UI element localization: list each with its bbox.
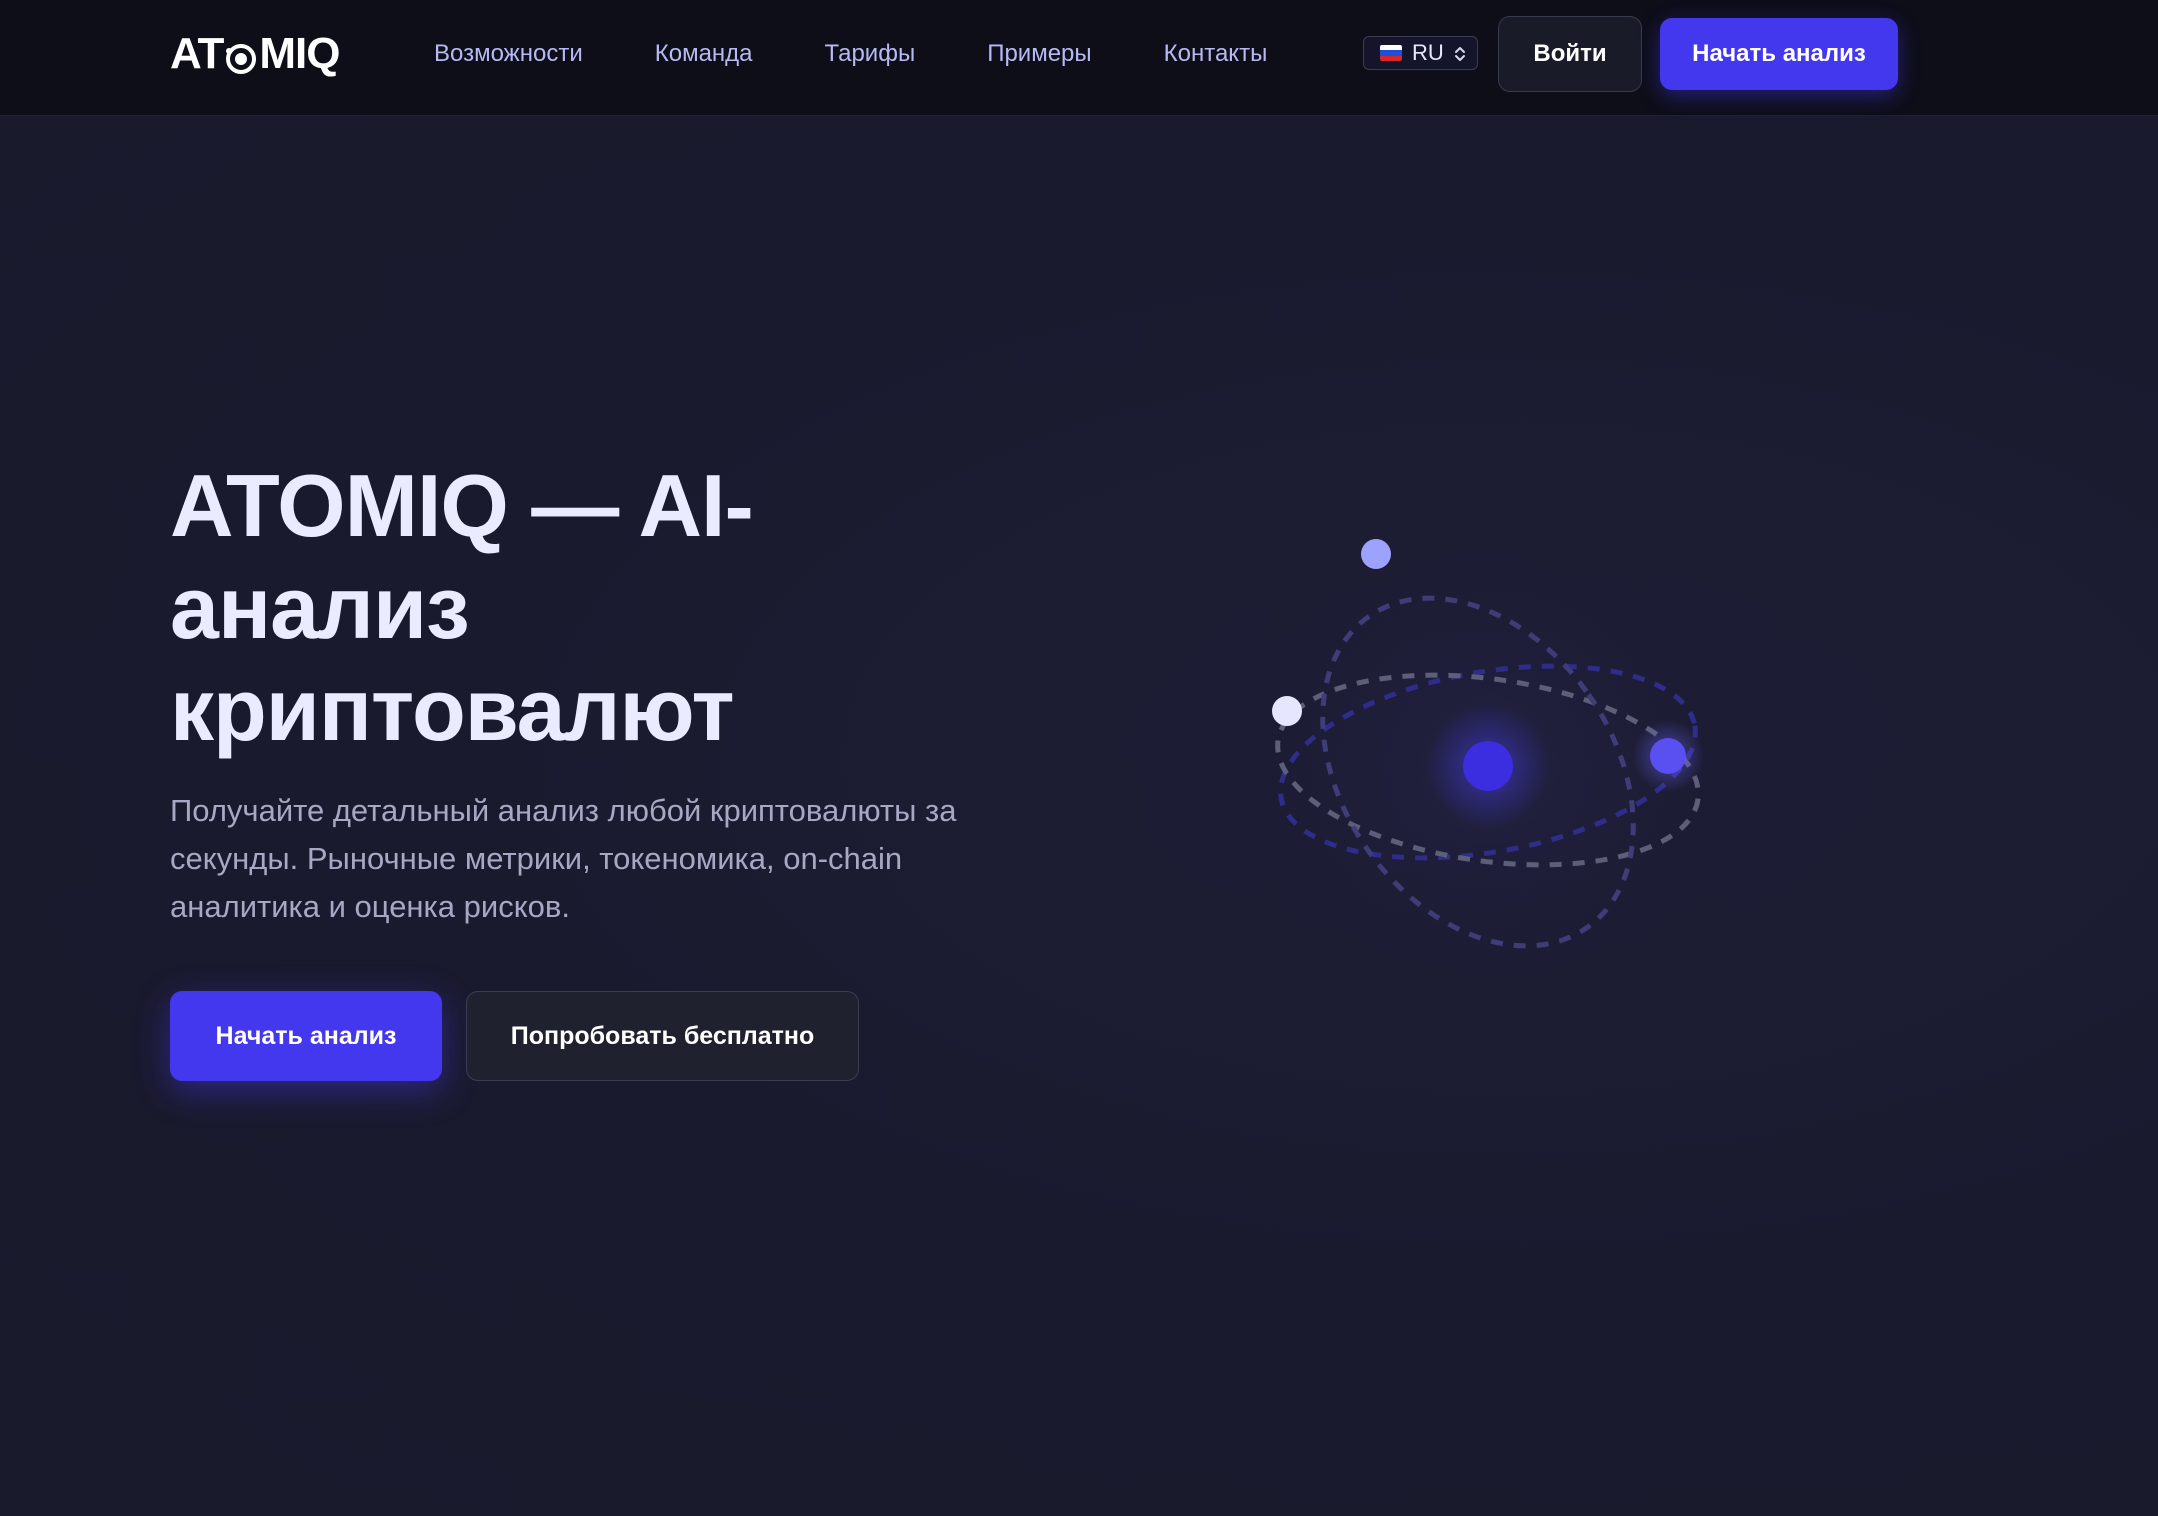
russia-flag-icon xyxy=(1380,45,1402,61)
nav-link-examples[interactable]: Примеры xyxy=(987,36,1091,72)
hero-try-free-button[interactable]: Попробовать бесплатно xyxy=(466,991,859,1081)
brand-logo[interactable]: AT MIQ xyxy=(170,29,345,78)
nav-start-analysis-button[interactable]: Начать анализ xyxy=(1660,18,1898,90)
atom-logo-icon xyxy=(224,37,258,74)
logo-text-start: AT xyxy=(170,29,224,78)
atom-orbit-illustration xyxy=(1180,480,1768,1046)
hero-subtitle: Получайте детальный анализ любой криптов… xyxy=(170,793,957,924)
nav-link-features[interactable]: Возможности xyxy=(434,36,583,72)
login-button[interactable]: Войти xyxy=(1498,16,1642,92)
nav-link-contacts[interactable]: Контакты xyxy=(1164,36,1268,72)
hero-start-analysis-button[interactable]: Начать анализ xyxy=(170,991,442,1081)
up-down-chevron-icon xyxy=(1453,44,1467,64)
landing-page: AT MIQ Возможности Команда Тарифы Пример… xyxy=(0,0,2158,1516)
logo-text-end: MIQ xyxy=(259,29,340,78)
top-navbar: AT MIQ Возможности Команда Тарифы Пример… xyxy=(0,0,2158,116)
nav-link-pricing[interactable]: Тарифы xyxy=(825,36,916,72)
hero-title: ATOMIQ — AI-анализ криптовалют xyxy=(170,456,754,759)
main-nav: Возможности Команда Тарифы Примеры Конта… xyxy=(434,36,1267,72)
nav-link-team[interactable]: Команда xyxy=(655,36,753,72)
language-value: RU xyxy=(1412,40,1444,65)
language-select[interactable]: RU xyxy=(1363,36,1478,70)
